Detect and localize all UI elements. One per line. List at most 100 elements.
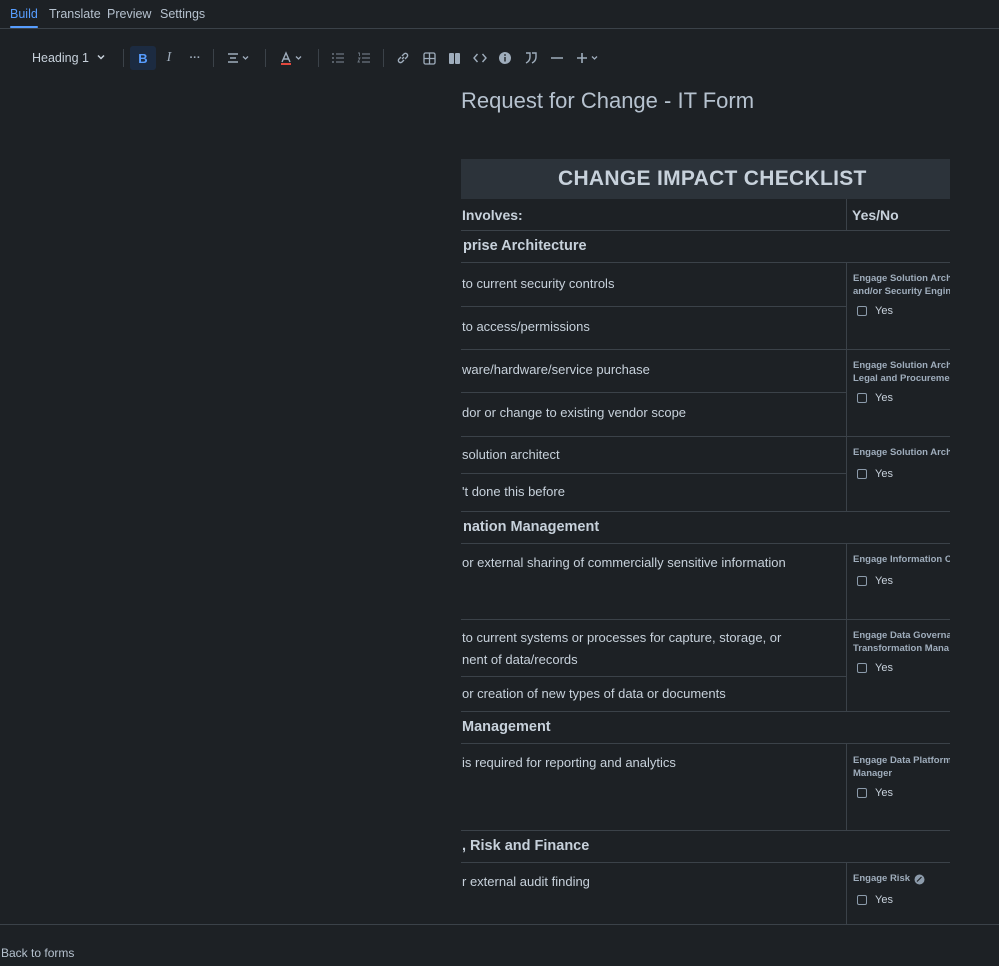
row-text: or creation of new types of data or docu…	[462, 686, 726, 701]
table-icon	[422, 51, 436, 65]
row-text: to current systems or processes for capt…	[462, 630, 782, 645]
toolbar-divider	[123, 49, 124, 67]
column-header-involves: Involves:	[462, 207, 523, 223]
row-text: 't done this before	[462, 484, 565, 499]
engage-text: and/or Security Engin	[853, 285, 950, 297]
layout-button[interactable]	[444, 46, 464, 70]
insert-menu-button[interactable]	[574, 46, 602, 70]
tab-preview[interactable]: Preview	[107, 7, 151, 21]
checkbox-label: Yes	[875, 662, 893, 674]
engage-instruction: Engage Solution Arch	[853, 447, 950, 460]
toolbar-divider	[265, 49, 266, 67]
column-divider	[846, 744, 847, 830]
bullet-list-icon	[331, 52, 345, 64]
info-panel-button[interactable]	[495, 46, 515, 70]
checkbox-label: Yes	[875, 468, 893, 480]
checkbox[interactable]	[857, 576, 867, 586]
chevron-down-icon	[96, 52, 106, 62]
change-impact-table: CHANGE IMPACT CHECKLIST Involves: Yes/No…	[461, 159, 950, 924]
align-button[interactable]	[222, 46, 254, 70]
engage-instruction: Engage Risk	[853, 873, 925, 886]
checkbox-label: Yes	[875, 305, 893, 317]
text-style-label: Heading 1	[32, 51, 89, 65]
quote-button[interactable]	[521, 46, 541, 70]
bold-button[interactable]: B	[130, 46, 156, 70]
checkbox[interactable]	[857, 393, 867, 403]
section-heading: Management	[462, 719, 551, 735]
checkbox[interactable]	[857, 788, 867, 798]
engage-instruction: Engage Solution Arch and/or Security Eng…	[853, 273, 950, 298]
yes-checkbox[interactable]: Yes	[857, 894, 893, 906]
yes-checkbox[interactable]: Yes	[857, 468, 893, 480]
engage-text: Manager	[853, 767, 893, 779]
code-button[interactable]	[470, 46, 490, 70]
engage-instruction: Engage Data Governa Transformation Mana	[853, 630, 950, 655]
section-heading: prise Architecture	[463, 238, 587, 254]
text-color-button[interactable]	[275, 46, 307, 70]
link-button[interactable]	[393, 46, 413, 70]
engage-text: Transformation Mana	[853, 642, 950, 654]
engage-text: Engage Data Platform	[853, 755, 950, 766]
table-row: to current security controls	[461, 263, 846, 307]
italic-button[interactable]: I	[158, 46, 180, 70]
yes-checkbox[interactable]: Yes	[857, 575, 893, 587]
align-icon	[226, 52, 250, 64]
table-header-row: Involves: Yes/No	[461, 199, 950, 231]
editor-toolbar: Heading 1 B I ···	[0, 40, 999, 76]
tab-settings[interactable]: Settings	[160, 7, 205, 21]
column-divider	[846, 437, 847, 512]
numbered-list-button[interactable]	[354, 46, 374, 70]
engage-text: Engage Information C	[853, 554, 950, 565]
numbered-list-icon	[357, 52, 371, 64]
row-text: dor or change to existing vendor scope	[462, 405, 687, 420]
table-row: ware/hardware/service purchase	[461, 350, 846, 393]
yes-checkbox[interactable]: Yes	[857, 787, 893, 799]
table-button[interactable]	[419, 46, 439, 70]
engage-text: Engage Solution Arch	[853, 447, 950, 458]
engage-text: Engage Risk	[853, 873, 911, 884]
table-row: or creation of new types of data or docu…	[461, 677, 950, 712]
row-text: ware/hardware/service purchase	[462, 362, 650, 377]
more-formatting-button[interactable]: ···	[184, 46, 206, 70]
row-text: to access/permissions	[462, 319, 590, 334]
engage-instruction: Engage Data Platform Manager	[853, 755, 950, 780]
info-icon	[498, 51, 512, 65]
bullet-list-button[interactable]	[328, 46, 348, 70]
quote-icon	[524, 52, 538, 64]
engage-instruction: Engage Solution Arch Legal and Procureme…	[853, 360, 950, 385]
yes-checkbox[interactable]: Yes	[857, 662, 893, 674]
checkbox-label: Yes	[875, 894, 893, 906]
insert-icon	[576, 52, 600, 64]
yes-checkbox[interactable]: Yes	[857, 305, 893, 317]
toolbar-divider	[318, 49, 319, 67]
checklist-title-bar: CHANGE IMPACT CHECKLIST	[461, 159, 950, 199]
link-icon	[396, 51, 410, 65]
yes-checkbox[interactable]: Yes	[857, 392, 893, 404]
checkbox[interactable]	[857, 469, 867, 479]
tab-translate[interactable]: Translate	[49, 7, 101, 21]
column-divider	[846, 863, 847, 924]
tab-build[interactable]: Build	[10, 7, 38, 21]
checkbox[interactable]	[857, 895, 867, 905]
verified-icon	[914, 874, 925, 885]
form-title[interactable]: Request for Change - IT Form	[461, 88, 754, 114]
checkbox[interactable]	[857, 663, 867, 673]
footer-bar: Back to forms	[0, 924, 999, 966]
divider-button[interactable]	[547, 46, 567, 70]
row-text: r external audit finding	[462, 874, 590, 889]
checkbox-label: Yes	[875, 575, 893, 587]
engage-instruction: Engage Information C	[853, 554, 950, 567]
code-icon	[473, 52, 487, 64]
text-style-dropdown[interactable]: Heading 1	[24, 46, 112, 70]
table-row: solution architect	[461, 437, 846, 474]
checkbox-label: Yes	[875, 392, 893, 404]
engage-text: Engage Solution Arch	[853, 360, 950, 371]
section-heading: nation Management	[463, 519, 600, 535]
row-text: or external sharing of commercially sens…	[462, 555, 786, 570]
row-text: is required for reporting and analytics	[462, 755, 676, 770]
text-color-icon	[278, 51, 304, 65]
toolbar-divider	[383, 49, 384, 67]
table-row: to current systems or processes for capt…	[461, 620, 846, 677]
back-to-forms-link[interactable]: Back to forms	[1, 946, 74, 960]
checkbox[interactable]	[857, 306, 867, 316]
